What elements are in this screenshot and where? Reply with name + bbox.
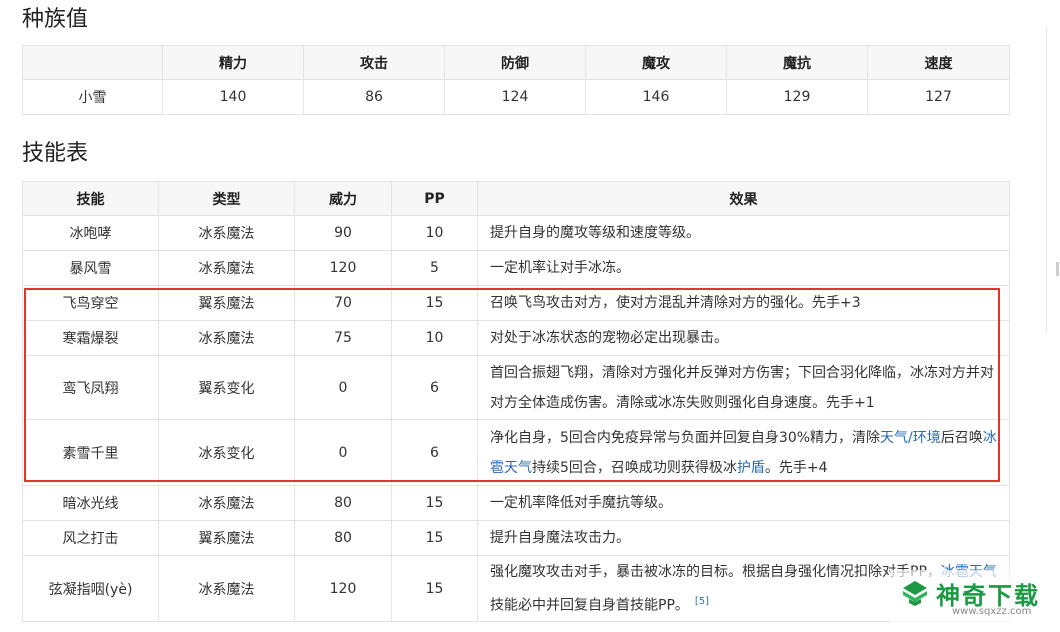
skills-header-effect: 效果 (477, 181, 1010, 216)
skills-header-pp: PP (391, 181, 478, 216)
skill-pp: 10 (391, 320, 478, 356)
skill-pp: 15 (391, 485, 478, 521)
skill-name: 鸾飞凤翔 (22, 355, 159, 420)
skill-pp: 6 (391, 355, 478, 420)
leaf-logo-icon (903, 581, 927, 606)
stats-header-attack: 攻击 (303, 45, 445, 80)
skill-name: 暗冰光线 (22, 485, 159, 521)
skill-row: 飞鸟穿空 翼系魔法 70 15 召唤飞鸟攻击对方，使对方混乱并清除对方的强化。先… (22, 285, 1010, 321)
skill-pp: 15 (391, 555, 478, 622)
effect-text: 后召唤 (940, 429, 983, 446)
stats-header-speed: 速度 (867, 45, 1010, 80)
skill-power: 80 (294, 485, 392, 521)
skill-effect: 净化自身，5回合内免疫异常与负面并回复自身30%精力，清除天气/环境后召唤冰雹天… (477, 419, 1010, 486)
skill-power: 120 (294, 555, 392, 622)
skill-row: 寒霜爆裂 冰系魔法 75 10 对处于冰冻状态的宠物必定出现暴击。 (22, 320, 1010, 356)
stats-header-magic-defense: 魔抗 (726, 45, 868, 80)
skill-name: 暴风雪 (22, 250, 159, 286)
scrollbar-thumb[interactable] (1056, 262, 1059, 276)
skill-type: 翼系魔法 (158, 285, 295, 321)
skill-pp: 15 (391, 285, 478, 321)
skill-row: 弦凝指咽(yè) 冰系魔法 120 15 强化魔攻攻击对手，暴击被冰冻的目标。根… (22, 555, 1010, 622)
stats-header-row: 精力 攻击 防御 魔攻 魔抗 速度 (22, 45, 1010, 80)
skill-effect: 对处于冰冻状态的宠物必定出现暴击。 (477, 320, 1010, 356)
skill-effect: 提升自身魔法攻击力。 (477, 520, 1010, 556)
skill-power: 0 (294, 419, 392, 486)
skill-row: 冰咆哮 冰系魔法 90 10 提升自身的魔攻等级和速度等级。 (22, 215, 1010, 251)
skills-header-row: 技能 类型 威力 PP 效果 (22, 181, 1010, 216)
skill-name: 寒霜爆裂 (22, 320, 159, 356)
shield-link[interactable]: 护盾 (737, 460, 765, 476)
scrollbar-track[interactable] (1046, 26, 1047, 332)
skill-effect: 一定机率让对手冰冻。 (477, 250, 1010, 286)
effect-text: 。先手+4 (764, 459, 828, 476)
skill-type: 翼系变化 (158, 355, 295, 420)
skill-power: 120 (294, 250, 392, 286)
skills-heading: 技能表 (22, 141, 89, 166)
skill-name: 弦凝指咽(yè) (22, 555, 159, 622)
skills-header-type: 类型 (158, 181, 295, 216)
skill-pp: 15 (391, 520, 478, 556)
skill-pp: 10 (391, 215, 478, 251)
stats-table: 精力 攻击 防御 魔攻 魔抗 速度 小雪 140 86 124 146 129 … (22, 45, 1010, 115)
skill-type: 冰系魔法 (158, 320, 295, 356)
skill-pp: 5 (391, 250, 478, 286)
effect-text: 持续5回合，召唤成功则获得极冰 (532, 459, 737, 476)
skill-type: 翼系魔法 (158, 520, 295, 556)
effect-text: 净化自身，5回合内免疫异常与负面并回复自身30%精力，清除 (490, 429, 881, 446)
watermark: 神奇下载 www.sqxzz.com (890, 570, 1060, 630)
skill-power: 80 (294, 520, 392, 556)
skills-table: 技能 类型 威力 PP 效果 冰咆哮 冰系魔法 90 10 提升自身的魔攻等级和… (22, 181, 1010, 622)
skill-name: 风之打击 (22, 520, 159, 556)
stats-heading: 种族值 (22, 7, 89, 32)
stats-header-blank (22, 45, 163, 80)
skill-name: 冰咆哮 (22, 215, 159, 251)
skill-type: 冰系魔法 (158, 250, 295, 286)
skill-type: 冰系变化 (158, 419, 295, 486)
skill-name: 素雪千里 (22, 419, 159, 486)
skill-power: 90 (294, 215, 392, 251)
skill-power: 75 (294, 320, 392, 356)
skill-row: 暗冰光线 冰系魔法 80 15 一定机率降低对手魔抗等级。 (22, 485, 1010, 521)
skills-header-power: 威力 (294, 181, 392, 216)
skill-type: 冰系魔法 (158, 215, 295, 251)
skill-effect: 一定机率降低对手魔抗等级。 (477, 485, 1010, 521)
stats-row: 小雪 140 86 124 146 129 127 (22, 79, 1010, 115)
stats-magic-defense: 129 (726, 79, 868, 115)
skill-row: 风之打击 翼系魔法 80 15 提升自身魔法攻击力。 (22, 520, 1010, 556)
skill-type: 冰系魔法 (158, 555, 295, 622)
stats-header-magic-attack: 魔攻 (585, 45, 727, 80)
skill-row: 鸾飞凤翔 翼系变化 0 6 首回合振翅飞翔，清除对方强化并反弹对方伤害；下回合羽… (22, 355, 1010, 420)
stats-pet-name: 小雪 (22, 79, 163, 115)
skill-power: 0 (294, 355, 392, 420)
skill-effect: 提升自身的魔攻等级和速度等级。 (477, 215, 1010, 251)
skill-row: 暴风雪 冰系魔法 120 5 一定机率让对手冰冻。 (22, 250, 1010, 286)
skill-effect: 召唤飞鸟攻击对方，使对方混乱并清除对方的强化。先手+3 (477, 285, 1010, 321)
stats-attack: 86 (303, 79, 445, 115)
stats-hp: 140 (162, 79, 304, 115)
effect-text: 技能必中并回复自身首技能PP。 (490, 597, 689, 614)
skill-power: 70 (294, 285, 392, 321)
stats-magic-attack: 146 (585, 79, 727, 115)
skills-header-name: 技能 (22, 181, 159, 216)
skill-effect: 首回合振翅飞翔，清除对方强化并反弹对方伤害；下回合羽化降临，冰冻对方并对对方全体… (477, 355, 1010, 420)
effect-text: 强化魔攻攻击对手，暴击被冰冻的目标。根据自身强化情况扣除对手P (490, 563, 919, 580)
watermark-url: www.sqxzz.com (952, 606, 1032, 617)
stats-header-hp: 精力 (162, 45, 304, 80)
skill-pp: 6 (391, 419, 478, 486)
weather-environment-link[interactable]: 天气/环境 (880, 430, 941, 446)
stats-speed: 127 (867, 79, 1010, 115)
reference-link[interactable]: [5] (695, 596, 709, 607)
stats-header-defense: 防御 (444, 45, 586, 80)
skill-name: 飞鸟穿空 (22, 285, 159, 321)
stats-defense: 124 (444, 79, 586, 115)
skill-row: 素雪千里 冰系变化 0 6 净化自身，5回合内免疫异常与负面并回复自身30%精力… (22, 419, 1010, 486)
skill-type: 冰系魔法 (158, 485, 295, 521)
